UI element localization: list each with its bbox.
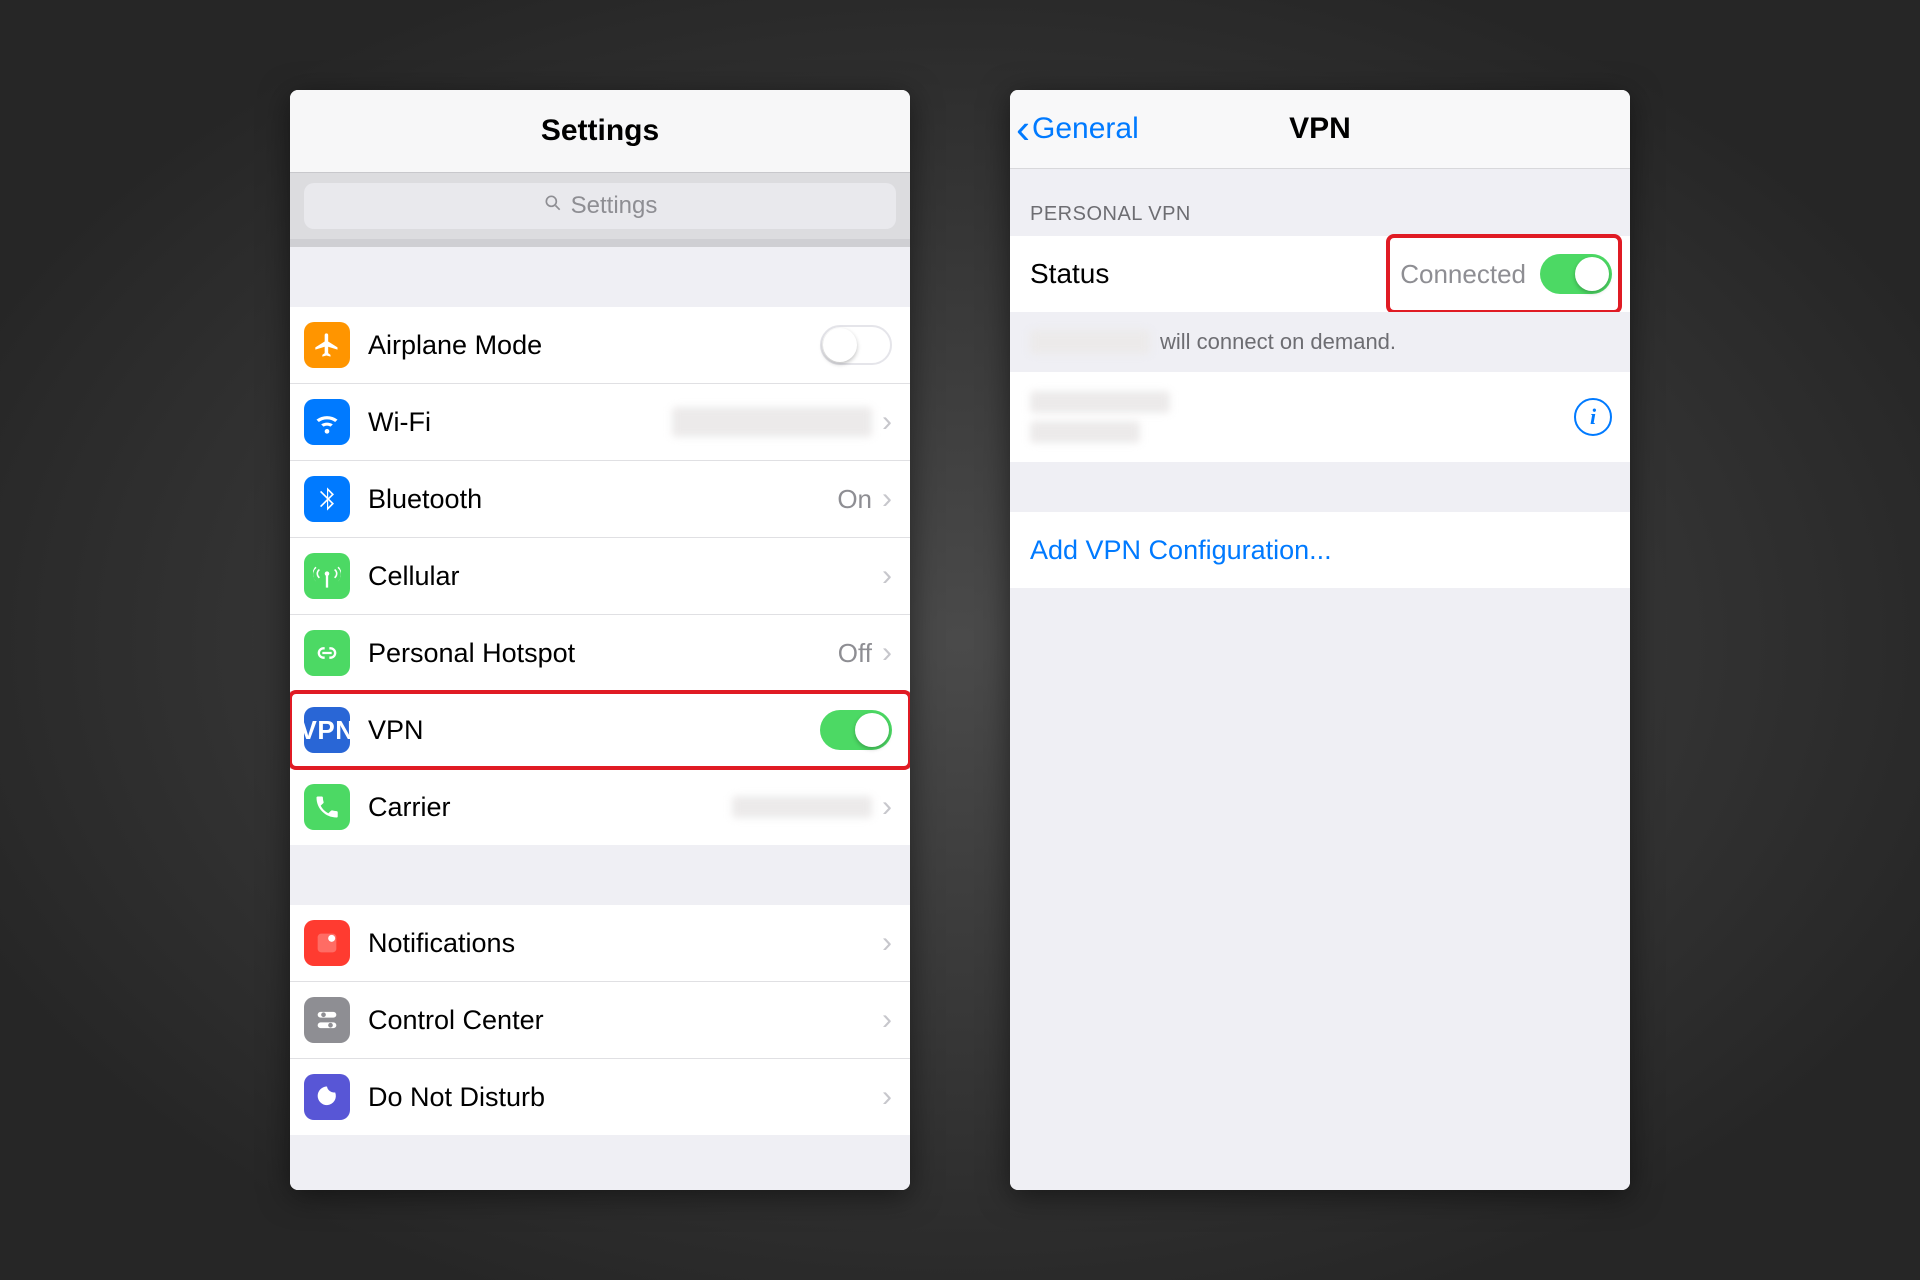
status-toggle[interactable]	[1540, 254, 1612, 294]
chevron-right-icon: ›	[882, 636, 892, 670]
chevron-right-icon: ›	[882, 482, 892, 516]
row-label: Do Not Disturb	[368, 1082, 545, 1113]
title-bar: Settings	[290, 90, 910, 173]
redacted-value	[672, 407, 872, 437]
search-placeholder: Settings	[571, 192, 658, 220]
vpn-icon: VPN	[304, 707, 350, 753]
status-right: Connected	[1400, 254, 1612, 294]
row-value: On	[837, 484, 872, 515]
settings-list-2: Notifications › Control Center › Do Not …	[290, 905, 910, 1135]
row-label: Control Center	[368, 1005, 544, 1036]
row-personal-hotspot[interactable]: Personal Hotspot Off ›	[290, 615, 910, 692]
page-title: Settings	[541, 114, 659, 148]
search-icon	[543, 192, 563, 220]
row-status[interactable]: Status Connected	[1010, 236, 1630, 312]
add-vpn-label: Add VPN Configuration...	[1030, 535, 1332, 566]
row-control-center[interactable]: Control Center ›	[290, 982, 910, 1059]
row-airplane-mode[interactable]: Airplane Mode	[290, 307, 910, 384]
vpn-toggle[interactable]	[820, 710, 892, 750]
row-label: Carrier	[368, 792, 451, 823]
status-value: Connected	[1400, 259, 1526, 290]
nav-bar: ‹ General VPN	[1010, 90, 1630, 169]
row-notifications[interactable]: Notifications ›	[290, 905, 910, 982]
chevron-right-icon: ›	[882, 405, 892, 439]
row-label: Bluetooth	[368, 484, 482, 515]
vpn-status-list: Status Connected	[1010, 236, 1630, 312]
row-label: Cellular	[368, 561, 460, 592]
do-not-disturb-icon	[304, 1074, 350, 1120]
row-cellular[interactable]: Cellular ›	[290, 538, 910, 615]
settings-list-1: Airplane Mode Wi-Fi › Bluetooth On ›	[290, 307, 910, 845]
vpn-add-list: Add VPN Configuration...	[1010, 512, 1630, 588]
redacted-line	[1030, 421, 1140, 443]
redacted-name	[1030, 330, 1150, 354]
vpn-config-list: i	[1010, 372, 1630, 462]
status-footer: will connect on demand.	[1010, 312, 1630, 372]
wifi-icon	[304, 399, 350, 445]
back-label: General	[1032, 112, 1139, 146]
row-wifi[interactable]: Wi-Fi ›	[290, 384, 910, 461]
chevron-right-icon: ›	[882, 1003, 892, 1037]
notifications-icon	[304, 920, 350, 966]
redacted-line	[1030, 391, 1170, 413]
section-gap	[290, 845, 910, 905]
section-gap	[1010, 462, 1630, 512]
row-add-vpn[interactable]: Add VPN Configuration...	[1010, 512, 1630, 588]
row-carrier[interactable]: Carrier ›	[290, 769, 910, 845]
redacted-value	[732, 796, 872, 818]
section-gap	[290, 247, 910, 307]
chevron-right-icon: ›	[882, 559, 892, 593]
settings-screen: Settings Settings Airplane Mode Wi-Fi	[290, 90, 910, 1190]
chevron-right-icon: ›	[882, 926, 892, 960]
chevron-right-icon: ›	[882, 790, 892, 824]
row-label: Personal Hotspot	[368, 638, 575, 669]
row-do-not-disturb[interactable]: Do Not Disturb ›	[290, 1059, 910, 1135]
airplane-toggle[interactable]	[820, 325, 892, 365]
footer-text: will connect on demand.	[1160, 329, 1396, 355]
chevron-right-icon: ›	[882, 1080, 892, 1114]
cellular-icon	[304, 553, 350, 599]
hotspot-icon	[304, 630, 350, 676]
row-value: Off	[838, 638, 872, 669]
row-label: Notifications	[368, 928, 515, 959]
search-container: Settings	[290, 173, 910, 239]
back-button[interactable]: ‹ General	[1010, 105, 1139, 153]
row-label: Wi-Fi	[368, 407, 431, 438]
row-bluetooth[interactable]: Bluetooth On ›	[290, 461, 910, 538]
row-vpn-config[interactable]: i	[1010, 372, 1630, 462]
status-label: Status	[1030, 258, 1109, 290]
row-vpn[interactable]: VPN VPN	[290, 692, 910, 769]
airplane-icon	[304, 322, 350, 368]
info-icon[interactable]: i	[1574, 398, 1612, 436]
vpn-screen: ‹ General VPN PERSONAL VPN Status Connec…	[1010, 90, 1630, 1190]
control-center-icon	[304, 997, 350, 1043]
group-header: PERSONAL VPN	[1010, 169, 1630, 236]
row-label: Airplane Mode	[368, 330, 542, 361]
row-label: VPN	[368, 715, 424, 746]
divider	[290, 239, 910, 247]
chevron-left-icon: ‹	[1016, 105, 1030, 153]
carrier-icon	[304, 784, 350, 830]
bluetooth-icon	[304, 476, 350, 522]
search-input[interactable]: Settings	[304, 183, 896, 229]
redacted-config	[1030, 391, 1180, 443]
